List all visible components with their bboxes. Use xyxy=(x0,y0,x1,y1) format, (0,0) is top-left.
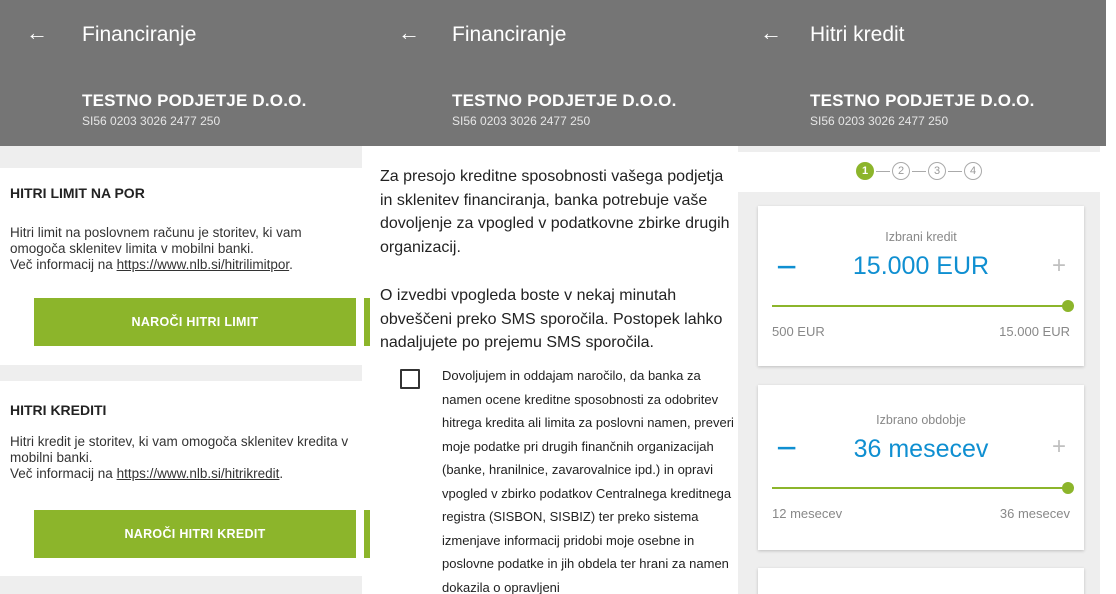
amount-min-label: 500 EUR xyxy=(772,324,825,339)
amount-slider[interactable] xyxy=(772,300,1074,312)
credit-description: Hitri kredit je storitev, ki vam omogoča… xyxy=(10,434,349,465)
period-value: 36 mesecev xyxy=(853,435,989,463)
period-slider-handle[interactable] xyxy=(1062,482,1074,494)
step-connector xyxy=(876,170,890,172)
company-name: TESTNO PODJETJE D.O.O. xyxy=(82,91,307,110)
section-divider xyxy=(0,146,362,168)
period-min-label: 12 mesecev xyxy=(772,506,843,521)
company-name: TESTNO PODJETJE D.O.O. xyxy=(810,91,1035,110)
limit-section-text: Hitri limit na poslovnem računu je stori… xyxy=(10,225,355,273)
back-arrow-icon[interactable]: ← xyxy=(398,20,420,46)
next-screen-edge xyxy=(1100,0,1116,594)
period-label: Izbrano obdobje xyxy=(876,413,966,427)
page-title: Hitri kredit xyxy=(810,23,905,46)
limit-info-link[interactable]: https://www.nlb.si/hitrilimitpor xyxy=(117,257,290,272)
app-header: ← Financiranje TESTNO PODJETJE D.O.O. SI… xyxy=(0,0,370,146)
section-divider xyxy=(0,576,362,594)
amount-label: Izbrani kredit xyxy=(885,230,957,244)
step-2-indicator: 2 xyxy=(892,162,910,180)
quick-credit-screen: ← Hitri kredit TESTNO PODJETJE D.O.O. SI… xyxy=(738,0,1100,594)
back-arrow-icon[interactable]: ← xyxy=(26,20,48,46)
loan-amount-card: Izbrani kredit − 15.000 EUR + 500 EUR 15… xyxy=(758,206,1084,366)
limit-more-info-label: Več informacij na xyxy=(10,257,117,272)
order-quick-credit-button[interactable]: NAROČI HITRI KREDIT xyxy=(34,510,356,558)
app-header xyxy=(1100,0,1106,146)
step-1-indicator: 1 xyxy=(856,162,874,180)
app-header: ← Hitri kredit TESTNO PODJETJE D.O.O. SI… xyxy=(738,0,1100,146)
period-max-label: 36 mesecev xyxy=(999,506,1070,521)
credit-section-heading: HITRI KREDITI xyxy=(10,402,107,418)
app-header: ← Financiranje TESTNO PODJETJE D.O.O. SI… xyxy=(370,0,738,146)
section-divider xyxy=(0,365,362,381)
account-iban: SI56 0203 3026 2477 250 xyxy=(82,114,221,128)
limit-link-suffix: . xyxy=(289,257,293,272)
period-slider[interactable] xyxy=(772,482,1074,494)
credit-more-info-label: Več informacij na xyxy=(10,466,117,481)
credit-section-text: Hitri kredit je storitev, ki vam omogoča… xyxy=(10,434,355,482)
sms-notice-text: O izvedbi vpogleda boste v nekaj minutah… xyxy=(380,287,723,351)
increase-period-button[interactable]: + xyxy=(1052,433,1066,461)
credit-info-link[interactable]: https://www.nlb.si/hitrikredit xyxy=(117,466,280,481)
account-iban: SI56 0203 3026 2477 250 xyxy=(452,114,591,128)
consent-screen: ← Financiranje TESTNO PODJETJE D.O.O. SI… xyxy=(370,0,738,594)
back-arrow-icon[interactable]: ← xyxy=(760,20,782,46)
loan-period-card: Izbrano obdobje − 36 mesecev + 12 mesece… xyxy=(758,385,1084,550)
amount-value: 15.000 EUR xyxy=(852,252,990,280)
step-4-indicator: 4 xyxy=(964,162,982,180)
financing-screen: ← Financiranje TESTNO PODJETJE D.O.O. SI… xyxy=(0,0,370,594)
amount-slider-handle[interactable] xyxy=(1062,300,1074,312)
consent-text: Dovoljujem in oddajam naročilo, da banka… xyxy=(442,368,734,594)
credit-link-suffix: . xyxy=(279,466,284,481)
company-name: TESTNO PODJETJE D.O.O. xyxy=(452,91,677,110)
page-title: Financiranje xyxy=(82,23,197,46)
page-title: Financiranje xyxy=(452,23,567,46)
step-3-indicator: 3 xyxy=(928,162,946,180)
limit-description: Hitri limit na poslovnem računu je stori… xyxy=(10,225,302,256)
next-card xyxy=(758,568,1084,594)
order-quick-limit-button[interactable]: NAROČI HITRI LIMIT xyxy=(34,298,356,346)
limit-section-heading: HITRI LIMIT NA POR xyxy=(10,185,145,201)
increase-amount-button[interactable]: + xyxy=(1052,252,1066,280)
consent-checkbox[interactable] xyxy=(400,369,420,389)
step-connector xyxy=(912,170,926,172)
step-connector xyxy=(948,170,962,172)
consent-intro-text: Za presojo kreditne sposobnosti vašega p… xyxy=(380,168,730,256)
amount-max-label: 15.000 EUR xyxy=(999,324,1070,339)
step-indicator: 1234 xyxy=(738,152,1100,192)
account-iban: SI56 0203 3026 2477 250 xyxy=(810,114,949,128)
